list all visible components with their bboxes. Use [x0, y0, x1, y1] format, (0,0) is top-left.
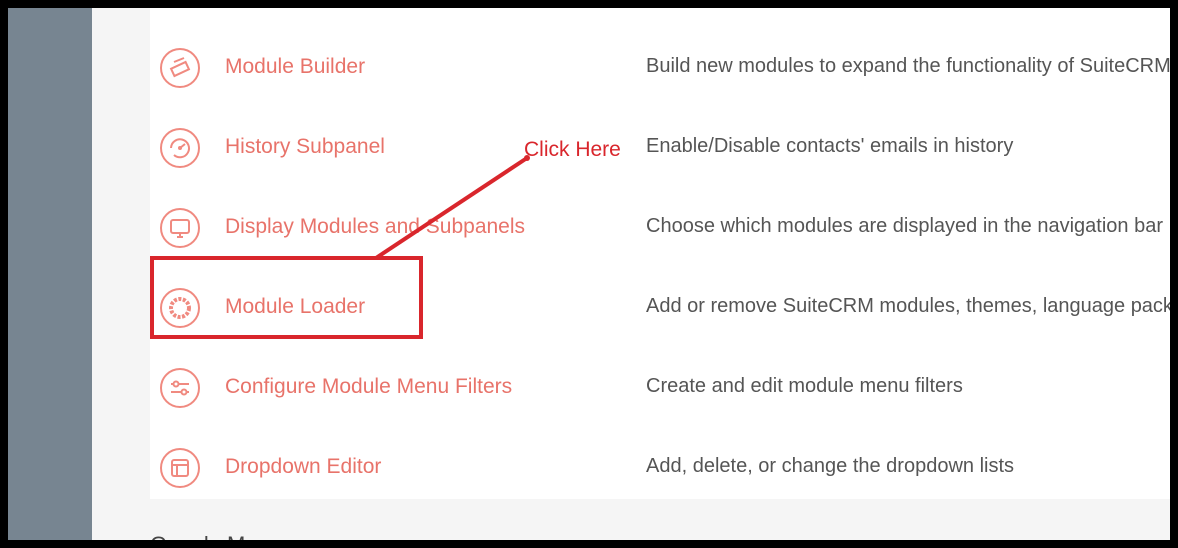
menu-filters-link[interactable]: Configure Module Menu Filters — [225, 375, 512, 399]
left-sidebar — [8, 8, 92, 540]
module-builder-icon — [160, 48, 200, 88]
module-loader-description: Add or remove SuiteCRM modules, themes, … — [646, 295, 1178, 317]
admin-row-module-builder: Module Builder Build new modules to expa… — [150, 30, 1171, 110]
admin-panel: Module Builder Build new modules to expa… — [150, 8, 1178, 499]
dropdown-editor-link[interactable]: Dropdown Editor — [225, 455, 381, 479]
display-modules-link[interactable]: Display Modules and Subpanels — [225, 215, 525, 239]
history-icon — [160, 128, 200, 168]
admin-row-menu-filters: Configure Module Menu Filters Create and… — [150, 350, 1170, 430]
module-builder-link[interactable]: Module Builder — [225, 55, 365, 79]
google-maps-section-title: Google Maps — [150, 532, 281, 548]
dropdown-editor-icon — [160, 448, 200, 488]
admin-row-history-subpanel: History Subpanel Enable/Disable contacts… — [150, 110, 1170, 190]
history-subpanel-link[interactable]: History Subpanel — [225, 135, 385, 159]
monitor-icon — [160, 208, 200, 248]
click-here-label: Click Here — [524, 138, 621, 161]
module-loader-highlight-box — [150, 256, 423, 339]
history-subpanel-description: Enable/Disable contacts' emails in histo… — [646, 135, 1014, 157]
menu-filters-description: Create and edit module menu filters — [646, 375, 963, 397]
filter-sliders-icon — [160, 368, 200, 408]
dropdown-editor-description: Add, delete, or change the dropdown list… — [646, 455, 1015, 477]
admin-row-dropdown-editor: Dropdown Editor Add, delete, or change t… — [150, 430, 1170, 510]
module-builder-description: Build new modules to expand the function… — [646, 55, 1171, 77]
display-modules-description: Choose which modules are displayed in th… — [646, 215, 1163, 237]
